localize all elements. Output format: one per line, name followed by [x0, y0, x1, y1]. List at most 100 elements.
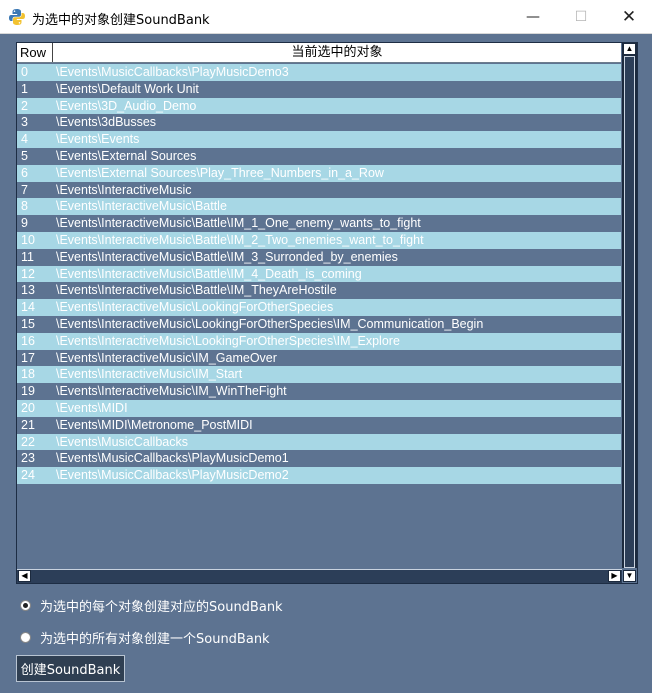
object-path: \Events\InteractiveMusic\LookingForOther…: [56, 316, 484, 331]
minimize-button[interactable]: —: [510, 0, 556, 33]
selected-objects-table[interactable]: Row 当前选中的对象 0 \Events\MusicCallbacks\Play…: [16, 42, 638, 584]
row-index: 3: [21, 115, 28, 130]
table-row[interactable]: 5 \Events\External Sources: [17, 147, 621, 165]
object-path: \Events\3D_Audio_Demo: [56, 98, 197, 113]
close-button[interactable]: ✕: [606, 0, 652, 33]
row-index: 15: [21, 316, 35, 331]
table-row[interactable]: 7 \Events\InteractiveMusic: [17, 181, 621, 199]
object-path: \Events\InteractiveMusic\Battle\IM_4_Dea…: [56, 266, 362, 281]
table-row[interactable]: 6 \Events\External Sources\Play_Three_Num…: [17, 164, 621, 182]
scroll-up-icon[interactable]: ▲: [623, 43, 636, 55]
table-row[interactable]: 13 \Events\InteractiveMusic\Battle\IM_The…: [17, 282, 621, 300]
object-path: \Events\InteractiveMusic\IM_Start: [56, 367, 243, 382]
object-path: \Events\InteractiveMusic\LookingForOther…: [56, 333, 400, 348]
row-index: 8: [21, 199, 28, 214]
option-all-objects[interactable]: 为选中的所有对象创建一个SoundBank: [20, 628, 270, 647]
table-row[interactable]: 23 \Events\MusicCallbacks\PlayMusicDemo1: [17, 450, 621, 468]
object-path: \Events\Default Work Unit: [56, 81, 199, 96]
row-index: 18: [21, 367, 35, 382]
table-row[interactable]: 8 \Events\InteractiveMusic\Battle: [17, 198, 621, 216]
row-index: 21: [21, 417, 35, 432]
maximize-button[interactable]: ☐: [558, 0, 604, 33]
object-path: \Events\MusicCallbacks\PlayMusicDemo3: [56, 65, 289, 79]
row-index: 5: [21, 148, 28, 163]
object-path: \Events\InteractiveMusic\Battle\IM_2_Two…: [56, 232, 424, 247]
object-path: \Events\MusicCallbacks\PlayMusicDemo1: [56, 451, 289, 466]
option-all-objects-label: 为选中的所有对象创建一个SoundBank: [40, 632, 270, 647]
table-row[interactable]: 15 \Events\InteractiveMusic\LookingForOth…: [17, 315, 621, 333]
object-path: \Events\Events: [56, 132, 140, 147]
row-index: 14: [21, 300, 35, 315]
object-path: \Events\3dBusses: [56, 115, 157, 130]
object-path: \Events\InteractiveMusic\IM_GameOver: [56, 350, 277, 365]
radio-each-object[interactable]: [20, 600, 31, 611]
scroll-right-icon[interactable]: ▶: [608, 570, 621, 582]
row-index: 20: [21, 400, 35, 415]
row-index: 16: [21, 333, 35, 348]
table-row[interactable]: 0 \Events\MusicCallbacks\PlayMusicDemo3: [17, 64, 621, 81]
object-path: \Events\MIDI\Metronome_PostMIDI: [56, 417, 253, 432]
row-index: 19: [21, 384, 35, 399]
row-index: 23: [21, 451, 35, 466]
vertical-scrollbar[interactable]: ▲: [622, 43, 637, 568]
table-header: Row 当前选中的对象: [17, 43, 621, 63]
row-index: 2: [21, 98, 28, 113]
row-index: 10: [21, 232, 35, 247]
scroll-left-icon[interactable]: ◀: [18, 570, 31, 582]
row-index: 7: [21, 182, 28, 197]
row-index: 11: [21, 249, 34, 264]
row-index: 24: [21, 468, 35, 483]
object-path: \Events\InteractiveMusic: [56, 182, 192, 197]
row-index: 6: [21, 165, 28, 180]
table-row[interactable]: 4 \Events\Events: [17, 131, 621, 148]
object-path: \Events\MusicCallbacks: [56, 434, 188, 449]
option-each-object[interactable]: 为选中的每个对象创建对应的SoundBank: [20, 596, 283, 615]
table-row[interactable]: 1 \Events\Default Work Unit: [17, 80, 621, 98]
table-row[interactable]: 2 \Events\3D_Audio_Demo: [17, 97, 621, 115]
window-title: 为选中的对象创建SoundBank: [32, 13, 210, 28]
table-body: 0 \Events\MusicCallbacks\PlayMusicDemo3 1 \…: [17, 64, 621, 484]
object-path: \Events\InteractiveMusic\IM_WinTheFight: [56, 384, 287, 399]
table-row[interactable]: 21 \Events\MIDI\Metronome_PostMIDI: [17, 416, 621, 434]
object-path: \Events\MIDI: [56, 400, 128, 415]
radio-all-objects[interactable]: [20, 632, 31, 643]
header-object[interactable]: 当前选中的对象: [53, 43, 621, 62]
table-row[interactable]: 11 \Events\InteractiveMusic\Battle\IM_3_S…: [17, 248, 621, 266]
object-path: \Events\External Sources: [56, 148, 197, 163]
object-path: \Events\InteractiveMusic\Battle\IM_TheyA…: [56, 283, 337, 298]
table-row[interactable]: 20 \Events\MIDI: [17, 399, 621, 417]
table-row[interactable]: 17 \Events\InteractiveMusic\IM_GameOver: [17, 349, 621, 367]
table-row[interactable]: 22 \Events\MusicCallbacks: [17, 433, 621, 451]
row-index: 9: [21, 216, 28, 231]
table-row[interactable]: 16 \Events\InteractiveMusic\LookingForOth…: [17, 332, 621, 350]
create-soundbank-button[interactable]: 创建SoundBank: [16, 655, 125, 682]
table-row[interactable]: 19 \Events\InteractiveMusic\IM_WinTheFigh…: [17, 383, 621, 400]
option-each-object-label: 为选中的每个对象创建对应的SoundBank: [40, 600, 283, 615]
row-index: 13: [21, 283, 35, 298]
row-index: 17: [21, 350, 35, 365]
row-index: 1: [21, 81, 28, 96]
table-row[interactable]: 3 \Events\3dBusses: [17, 114, 621, 132]
table-row[interactable]: 10 \Events\InteractiveMusic\Battle\IM_2_T…: [17, 231, 621, 249]
vertical-scroll-thumb[interactable]: [624, 56, 635, 568]
row-index: 22: [21, 434, 35, 449]
object-path: \Events\InteractiveMusic\Battle\IM_3_Sur…: [56, 249, 398, 264]
table-row[interactable]: 14 \Events\InteractiveMusic\LookingForOth…: [17, 299, 621, 316]
scroll-down-icon[interactable]: ▼: [623, 570, 636, 582]
table-row[interactable]: 18 \Events\InteractiveMusic\IM_Start: [17, 366, 621, 384]
table-row[interactable]: 9 \Events\InteractiveMusic\Battle\IM_1_On…: [17, 215, 621, 232]
table-row[interactable]: 12 \Events\InteractiveMusic\Battle\IM_4_D…: [17, 265, 621, 283]
object-path: \Events\InteractiveMusic\LookingForOther…: [56, 300, 334, 315]
object-path: \Events\External Sources\Play_Three_Numb…: [56, 165, 384, 180]
python-icon: [9, 9, 25, 25]
row-index: 0: [21, 65, 28, 79]
horizontal-scrollbar[interactable]: ◀ ▶: [17, 569, 622, 583]
object-path: \Events\InteractiveMusic\Battle: [56, 199, 227, 214]
object-path: \Events\MusicCallbacks\PlayMusicDemo2: [56, 468, 289, 483]
header-row[interactable]: Row: [17, 43, 53, 62]
row-index: 4: [21, 132, 28, 147]
title-bar: 为选中的对象创建SoundBank — ☐ ✕: [0, 0, 652, 34]
row-index: 12: [21, 266, 35, 281]
object-path: \Events\InteractiveMusic\Battle\IM_1_One…: [56, 216, 421, 231]
table-row[interactable]: 24 \Events\MusicCallbacks\PlayMusicDemo2: [17, 467, 621, 484]
